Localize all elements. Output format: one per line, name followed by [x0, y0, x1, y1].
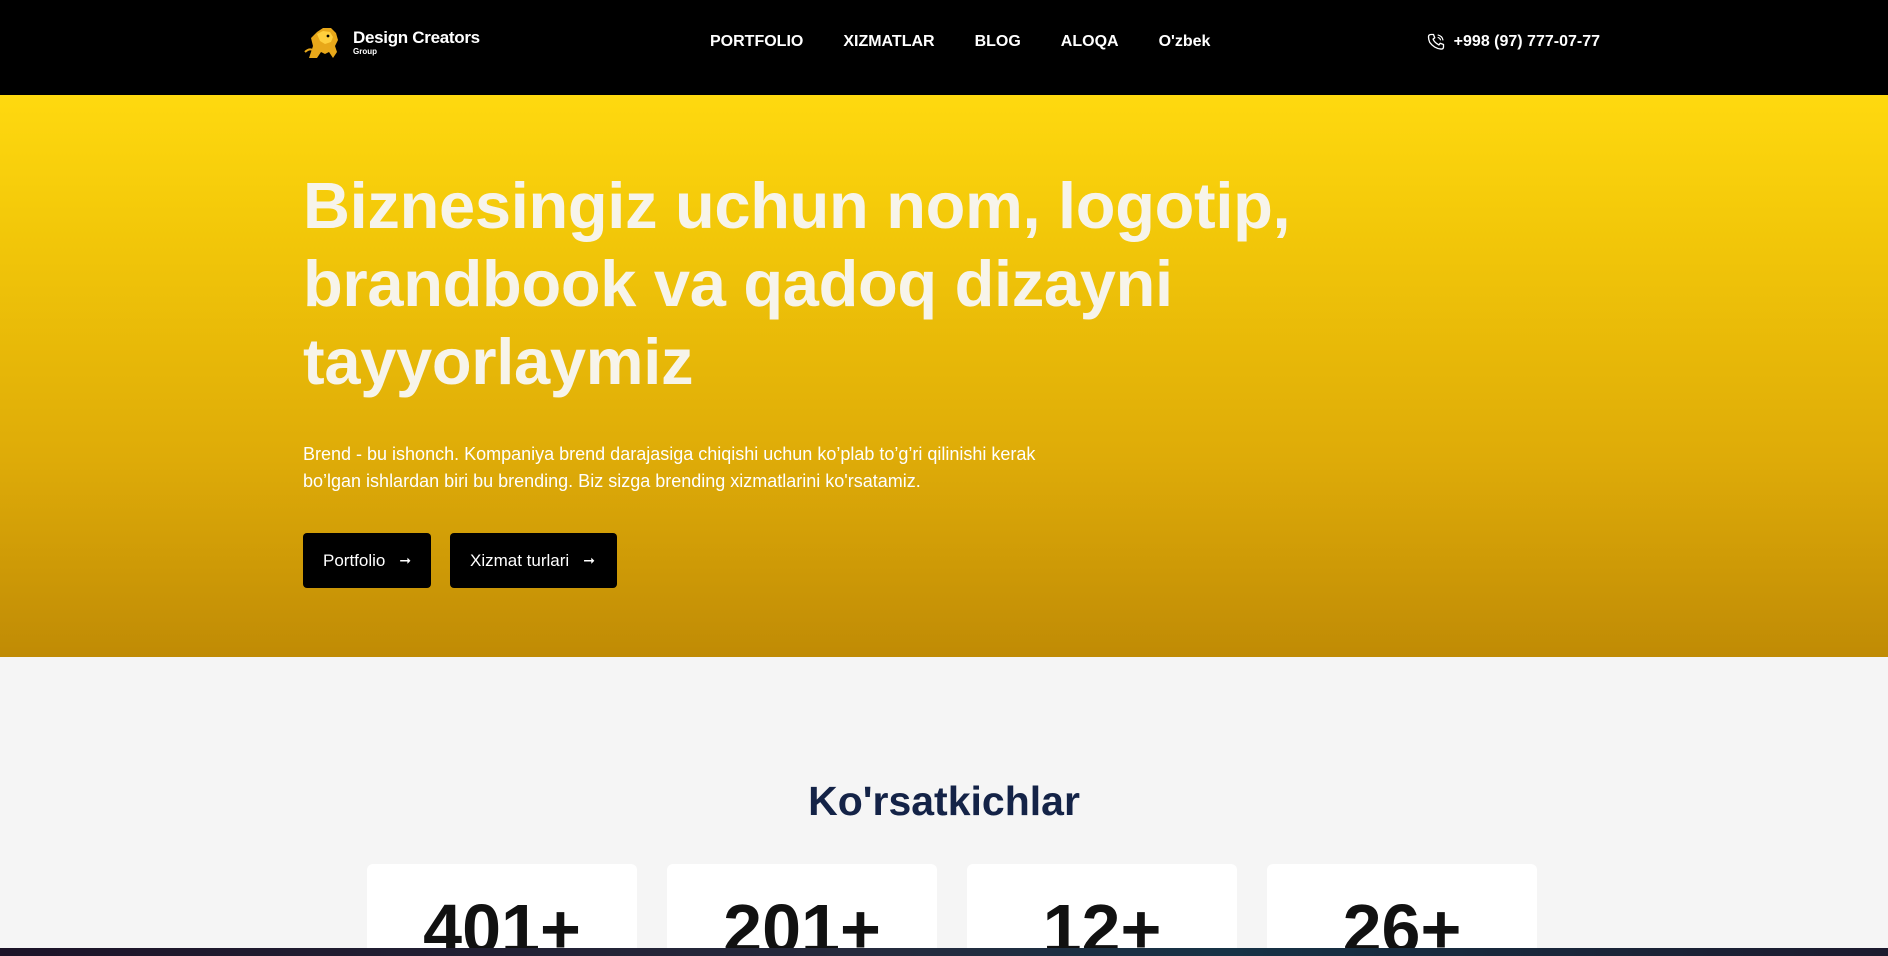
- nav-services[interactable]: XIZMATLAR: [843, 33, 934, 51]
- stat-card: 201+: [667, 864, 937, 956]
- nav-contact[interactable]: ALOQA: [1061, 33, 1119, 51]
- phone-number: +998 (97) 777-07-77: [1453, 33, 1600, 50]
- stat-card: 12+: [967, 864, 1237, 956]
- stats-title: Ko'rsatkichlar: [808, 778, 1080, 824]
- lion-logo-icon: [304, 28, 338, 58]
- portfolio-button-label: Portfolio: [323, 550, 386, 570]
- arrow-right-icon: ➞: [583, 552, 595, 568]
- site-header: Design Creators Group PORTFOLIO XIZMATLA…: [0, 0, 1888, 95]
- stat-value: 12+: [1042, 890, 1162, 956]
- nav-portfolio[interactable]: PORTFOLIO: [710, 33, 803, 51]
- bottom-edge-bar: [0, 948, 1888, 956]
- hero-section: Biznesingiz uchun nom, logotip, brandboo…: [0, 95, 1888, 657]
- logo[interactable]: Design Creators Group: [303, 22, 480, 62]
- language-selector[interactable]: O'zbek: [1159, 33, 1211, 51]
- nav-blog[interactable]: BLOG: [975, 33, 1021, 51]
- hero-title: Biznesingiz uchun nom, logotip, brandboo…: [303, 169, 1291, 398]
- logo-title: Design Creators: [353, 27, 480, 47]
- portfolio-button[interactable]: Portfolio ➞: [303, 533, 431, 588]
- main-nav: PORTFOLIO XIZMATLAR BLOG ALOQA O'zbek: [710, 33, 1210, 51]
- stat-value: 26+: [1342, 890, 1462, 956]
- phone-link[interactable]: +998 (97) 777-07-77: [1426, 32, 1600, 52]
- stat-card: 401+: [367, 864, 637, 956]
- stat-value: 201+: [723, 890, 881, 956]
- hero-description: Brend - bu ishonch. Kompaniya brend dara…: [303, 444, 1036, 491]
- stat-value: 401+: [423, 890, 581, 956]
- phone-icon: [1427, 33, 1444, 50]
- services-button[interactable]: Xizmat turlari ➞: [450, 533, 617, 588]
- services-button-label: Xizmat turlari: [470, 550, 570, 570]
- arrow-right-icon: ➞: [399, 552, 412, 568]
- logo-subtitle: Group: [353, 46, 377, 56]
- stat-card: 26+: [1267, 864, 1537, 956]
